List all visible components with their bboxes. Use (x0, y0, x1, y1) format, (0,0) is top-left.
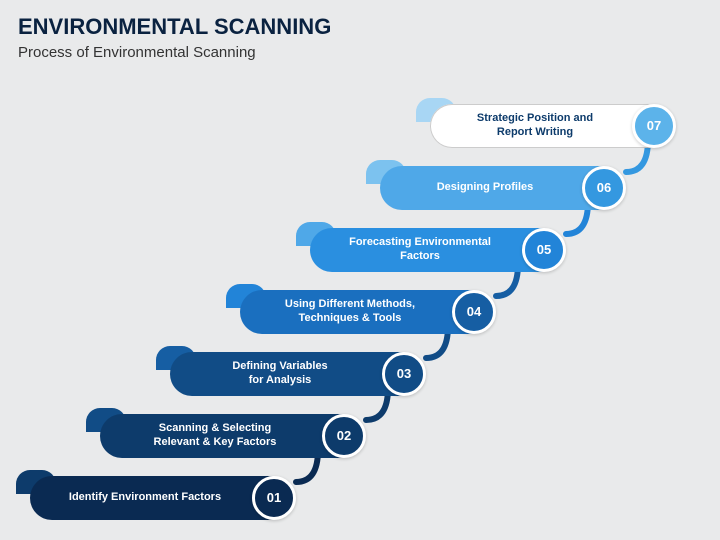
step-02: Scanning & SelectingRelevant & Key Facto… (100, 408, 360, 458)
step-label: Scanning & SelectingRelevant & Key Facto… (100, 422, 360, 450)
step-pill: Using Different Methods,Techniques & Too… (240, 290, 490, 334)
step-pill: Forecasting EnvironmentalFactors05 (310, 228, 560, 272)
page-title: ENVIRONMENTAL SCANNING (18, 14, 331, 40)
step-03: Defining Variablesfor Analysis03 (170, 346, 420, 396)
step-05: Forecasting EnvironmentalFactors05 (310, 222, 560, 272)
step-number-badge: 07 (632, 104, 676, 148)
step-pill: Scanning & SelectingRelevant & Key Facto… (100, 414, 360, 458)
step-04: Using Different Methods,Techniques & Too… (240, 284, 490, 334)
step-07: Strategic Position andReport Writing07 (430, 98, 670, 148)
page-subtitle: Process of Environmental Scanning (18, 44, 256, 61)
step-06: Designing Profiles06 (380, 160, 620, 210)
step-pill: Identify Environment Factors01 (30, 476, 290, 520)
step-pill: Strategic Position andReport Writing07 (430, 104, 670, 148)
step-01: Identify Environment Factors01 (30, 470, 290, 520)
step-pill: Designing Profiles06 (380, 166, 620, 210)
step-label: Identify Environment Factors (30, 491, 290, 505)
step-pill: Defining Variablesfor Analysis03 (170, 352, 420, 396)
